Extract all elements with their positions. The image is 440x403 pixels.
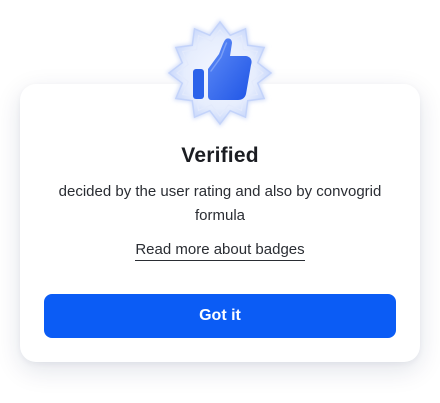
badge-description: decided by the user rating and also by c… bbox=[58, 183, 382, 224]
verified-badge bbox=[163, 16, 277, 130]
got-it-button[interactable]: Got it bbox=[44, 294, 396, 338]
read-more-container: Read more about badges bbox=[20, 241, 420, 261]
thumbs-up-icon bbox=[166, 19, 274, 127]
read-more-link[interactable]: Read more about badges bbox=[135, 241, 305, 261]
badge-title: Verified bbox=[181, 144, 259, 167]
